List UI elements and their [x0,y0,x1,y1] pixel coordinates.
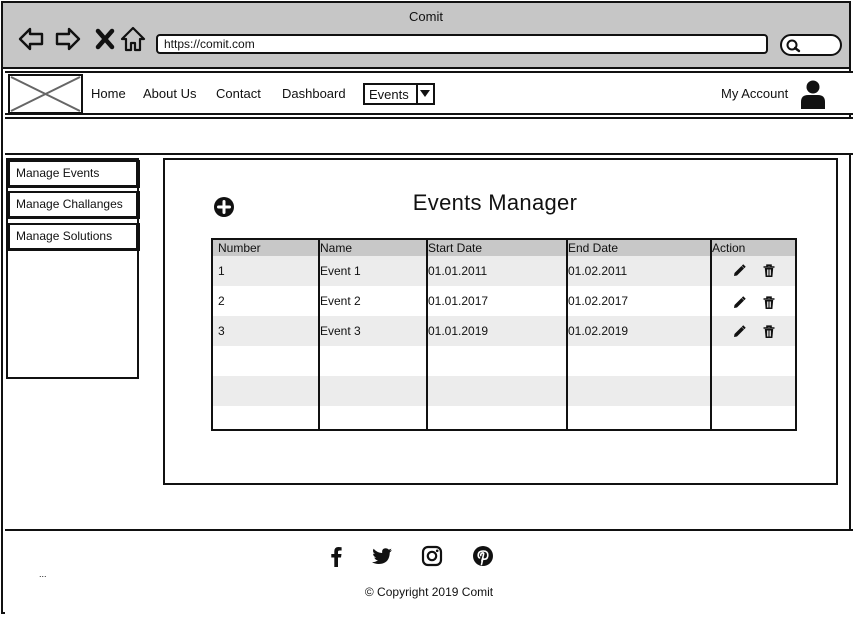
column-divider [426,240,428,429]
nav-link-about-us[interactable]: About Us [143,86,196,101]
column-divider [710,240,712,429]
delete-trash-icon[interactable] [762,296,776,310]
cell-number: 3 [218,324,225,338]
triangle-down-icon [420,90,430,97]
nav-link-dashboard[interactable]: Dashboard [282,86,346,101]
pinterest-icon[interactable] [472,545,494,567]
cell-name: Event 3 [320,324,361,338]
nav-link-home[interactable]: Home [91,86,126,101]
my-account-link[interactable]: My Account [721,86,788,101]
image-placeholder-icon [10,76,81,112]
column-divider [566,240,568,429]
browser-chrome: Comit https://comit.com [3,3,849,69]
sub-header-bar [5,117,853,155]
edit-pencil-icon[interactable] [732,296,746,310]
dropdown-arrow[interactable] [416,85,433,103]
instagram-icon[interactable] [421,545,443,567]
close-icon[interactable] [91,25,119,53]
twitter-icon[interactable] [371,545,393,567]
edit-pencil-icon[interactable] [732,325,746,339]
column-header-start-date: Start Date [428,241,483,255]
events-dropdown-value: Events [369,87,409,102]
sidebar-item-manage-events[interactable]: Manage Events [8,160,140,188]
table-row-empty [213,406,795,429]
cell-end-date: 01.02.2011 [568,264,628,278]
url-input[interactable]: https://comit.com [156,34,768,54]
table-row-empty [213,376,795,406]
home-icon[interactable] [119,25,147,53]
browser-search-input[interactable] [780,34,842,56]
events-dropdown[interactable]: Events [363,83,435,105]
cell-number: 2 [218,294,225,308]
table-row-empty [213,346,795,376]
search-icon [786,39,801,53]
cell-number: 1 [218,264,225,278]
table-row: 1 Event 1 01.01.2011 01.02.2011 [213,256,795,286]
column-header-action: Action [712,241,746,255]
column-divider [318,240,320,429]
copyright-text: © Copyright 2019 Comit [364,585,494,599]
footer-dots: ... [39,569,47,579]
table-header: Number Name Start Date End Date Action [213,240,795,256]
table-row: 3 Event 3 01.01.2019 01.02.2019 [213,316,795,346]
forward-arrow-icon[interactable] [54,25,82,53]
facebook-icon[interactable] [325,545,347,567]
site-navbar: Home About Us Contact Dashboard Events M… [5,71,853,115]
cell-start-date: 01.01.2011 [428,264,488,278]
sidebar-item-manage-solutions[interactable]: Manage Solutions [8,223,140,251]
column-header-name: Name [320,241,353,255]
cell-start-date: 01.01.2019 [428,324,489,338]
add-event-icon[interactable] [213,196,235,218]
column-header-end-date: End Date [568,241,619,255]
delete-trash-icon[interactable] [762,264,776,278]
sidebar-item-manage-challanges[interactable]: Manage Challanges [8,191,140,219]
page-title: Events Manager [412,190,578,215]
cell-start-date: 01.01.2017 [428,294,489,308]
delete-trash-icon[interactable] [762,325,776,339]
back-arrow-icon[interactable] [17,25,45,53]
sidebar: Manage Events Manage Challanges Manage S… [6,158,140,379]
cell-name: Event 2 [320,294,361,308]
footer: ... © Copyright 2019 Comit [5,529,853,617]
cell-end-date: 01.02.2019 [568,324,629,338]
events-table: Number Name Start Date End Date Action 1… [211,238,797,431]
user-icon[interactable] [800,79,826,109]
cell-name: Event 1 [320,264,361,278]
window-title: Comit [409,9,443,24]
column-header-number: Number [218,241,261,255]
cell-end-date: 01.02.2017 [568,294,629,308]
nav-link-contact[interactable]: Contact [216,86,261,101]
table-row: 2 Event 2 01.01.2017 01.02.2017 [213,286,795,316]
edit-pencil-icon[interactable] [732,264,746,278]
wireframe-page: Comit https://comit.com Home About Us Co… [1,1,853,617]
logo-placeholder [8,74,83,114]
